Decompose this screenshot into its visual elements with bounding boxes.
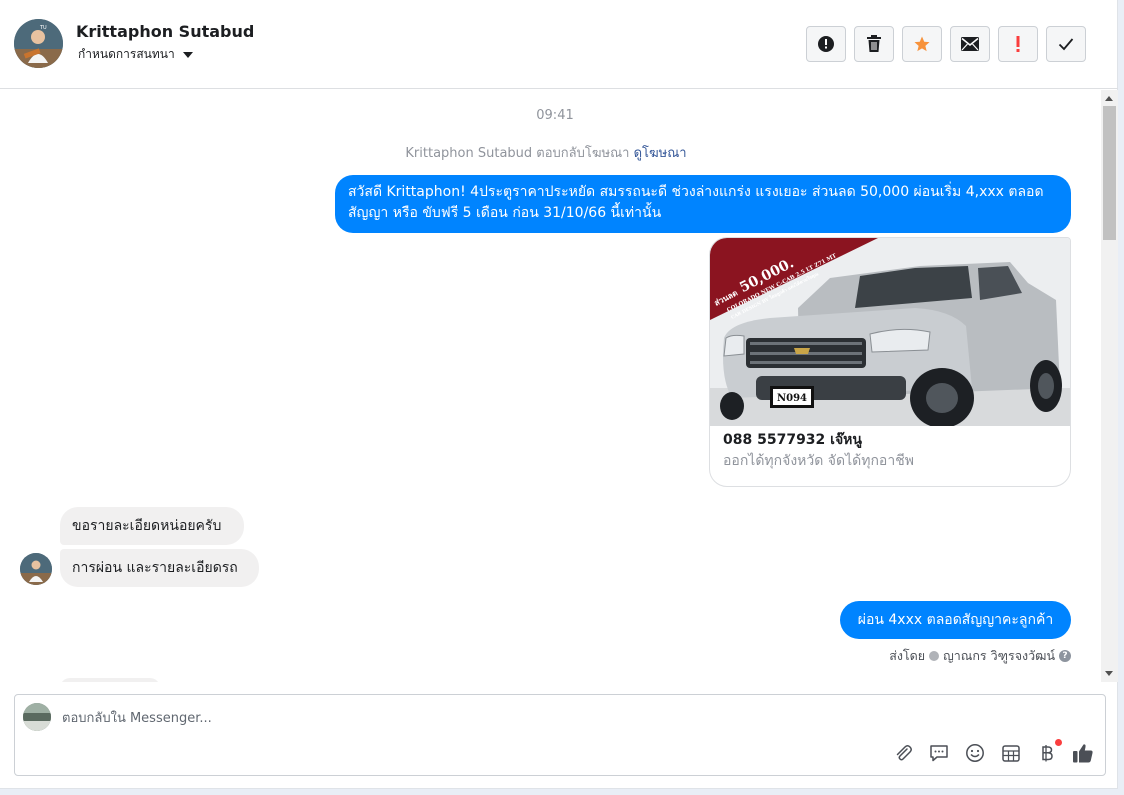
- inbox-conversation-window: TU Krittaphon Sutabud กำหนดการสนทนา 09:4…: [0, 0, 1118, 789]
- incoming-message-partial: [60, 678, 160, 682]
- baht-icon: [1042, 745, 1053, 762]
- sent-by-label: ส่งโดย: [889, 648, 926, 663]
- outgoing-message: ผ่อน 4xxx ตลอดสัญญาคะลูกค้า: [840, 601, 1071, 639]
- delete-button[interactable]: [854, 26, 894, 62]
- attach-button[interactable]: [891, 741, 915, 765]
- composer-toolbar: [891, 739, 1095, 765]
- ad-reply-notice: Krittaphon Sutabud ตอบกลับโฆษณา ดูโฆษณา: [0, 142, 1092, 163]
- contact-avatar-small[interactable]: [20, 553, 52, 585]
- done-button[interactable]: [1046, 26, 1086, 62]
- page-avatar: [23, 703, 51, 731]
- exclamation-icon: [1016, 36, 1020, 52]
- alert-circle-icon: [818, 36, 834, 52]
- scroll-thumb[interactable]: [1103, 106, 1116, 240]
- assign-conversation-dropdown[interactable]: กำหนดการสนทนา: [78, 45, 193, 64]
- incoming-message: ขอรายละเอียดหน่อยครับ: [60, 507, 244, 545]
- conversation-actions: [806, 26, 1086, 62]
- appointment-button[interactable]: [999, 741, 1023, 765]
- mark-unread-button[interactable]: [950, 26, 990, 62]
- star-button[interactable]: [902, 26, 942, 62]
- contact-name[interactable]: Krittaphon Sutabud: [76, 22, 254, 41]
- like-button[interactable]: [1071, 741, 1095, 765]
- conversation-header: TU Krittaphon Sutabud กำหนดการสนทนา: [0, 0, 1118, 89]
- notification-dot: [1055, 739, 1062, 746]
- paperclip-icon: [896, 745, 912, 761]
- ad-card-image: ส่วนลด 50,000. COLORADO NEW C-CAB 2.5 LT…: [710, 238, 1070, 426]
- thread-scrollbar[interactable]: [1101, 90, 1118, 682]
- svg-text:TU: TU: [39, 25, 47, 31]
- incoming-message: การผ่อน และรายละเอียดรถ: [60, 549, 259, 587]
- envelope-icon: [961, 37, 979, 51]
- sent-by-name: ญาณกร วิฑูรจงวัฒน์: [943, 648, 1055, 663]
- payment-button[interactable]: [1035, 739, 1062, 765]
- license-plate: N094: [777, 393, 807, 404]
- appointment-icon: [1002, 745, 1020, 762]
- ad-card-title: 088 5577932 เจ๊หนู: [723, 432, 862, 448]
- ad-card-subtitle: ออกได้ทุกจังหวัด จัดได้ทุกอาชีพ: [723, 453, 914, 469]
- like-icon: [1073, 744, 1093, 763]
- scroll-down-arrow-icon[interactable]: [1105, 671, 1113, 676]
- outgoing-message: สวัสดี Krittaphon! 4ประตูราคาประหยัด สมร…: [335, 175, 1071, 233]
- reply-composer: [14, 694, 1106, 776]
- contact-avatar[interactable]: TU: [14, 19, 63, 68]
- assign-label: กำหนดการสนทนา: [78, 47, 175, 61]
- emoji-button[interactable]: [963, 741, 987, 765]
- scroll-up-arrow-icon[interactable]: [1105, 96, 1113, 101]
- admin-avatar-icon: [929, 651, 940, 661]
- help-icon[interactable]: ?: [1059, 650, 1071, 662]
- check-icon: [1058, 38, 1074, 51]
- message-thread[interactable]: 09:41 Krittaphon Sutabud ตอบกลับโฆษณา ดู…: [0, 90, 1101, 682]
- saved-reply-icon: [930, 745, 948, 762]
- message-timestamp: 09:41: [536, 108, 574, 123]
- view-ad-link[interactable]: ดูโฆษณา: [634, 146, 687, 161]
- follow-up-button[interactable]: [998, 26, 1038, 62]
- caret-down-icon: [182, 51, 193, 58]
- sent-by-info: ส่งโดย ญาณกร วิฑูรจงวัฒน์ ?: [889, 646, 1071, 666]
- star-icon: [914, 36, 930, 52]
- saved-replies-button[interactable]: [927, 741, 951, 765]
- trash-icon: [867, 35, 881, 52]
- ad-card[interactable]: ส่วนลด 50,000. COLORADO NEW C-CAB 2.5 LT…: [709, 237, 1071, 487]
- reply-input[interactable]: [62, 707, 862, 729]
- ad-reply-text: Krittaphon Sutabud ตอบกลับโฆษณา: [405, 146, 630, 161]
- emoji-icon: [966, 744, 984, 762]
- spam-button[interactable]: [806, 26, 846, 62]
